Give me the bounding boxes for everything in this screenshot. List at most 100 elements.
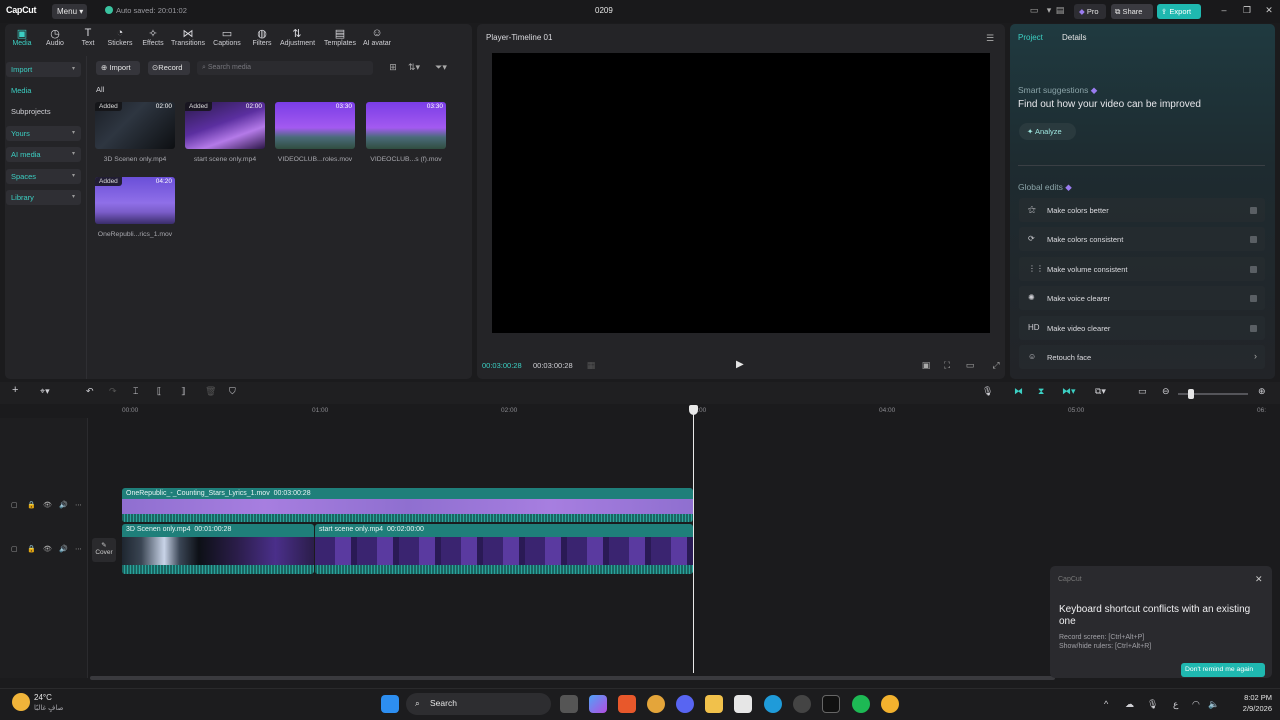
zoom-out-icon[interactable]: ⊖ (1162, 386, 1170, 397)
edge-icon[interactable] (764, 695, 782, 713)
sidebar-item-media[interactable]: Media (6, 83, 81, 98)
shortcut-icon[interactable]: ▤ (1053, 5, 1067, 17)
close-icon[interactable]: ✕ (1255, 574, 1263, 585)
playhead[interactable] (693, 405, 694, 673)
toggle-switch[interactable] (1250, 265, 1257, 273)
video-preview[interactable] (492, 53, 990, 333)
discord-icon[interactable] (676, 695, 694, 713)
wifi-icon[interactable]: ◠ (1192, 699, 1200, 710)
close-icon[interactable]: ✕ (1261, 5, 1277, 16)
windows-start-icon[interactable] (381, 695, 399, 713)
sidebar-item-import[interactable]: Import ▾ (6, 62, 81, 77)
clock-date[interactable]: 2/9/2026 (1232, 704, 1272, 713)
weather-temp[interactable]: 24°C (34, 693, 52, 702)
dont-remind-button[interactable]: Don't remind me again (1181, 663, 1265, 677)
import-button[interactable]: ⊕ Import (96, 61, 140, 75)
split-icon[interactable]: ⌶ (133, 386, 138, 397)
sidebar-item-yours[interactable]: Yours ▾ (6, 126, 81, 141)
global-edit-row[interactable]: ☺ Retouch face › (1019, 345, 1265, 369)
messenger-icon[interactable] (881, 695, 899, 713)
export-button[interactable]: ⇪ Export (1157, 4, 1201, 19)
toggle-switch[interactable] (1250, 236, 1257, 244)
media-thumb-2[interactable]: Added 02:00 (185, 102, 265, 149)
microphone-icon[interactable]: 🎙 (1147, 699, 1158, 710)
zoom-slider-handle[interactable] (1188, 389, 1194, 399)
lock-icon[interactable]: 🔒 (27, 545, 36, 553)
toolbar-templates[interactable]: ▤ Templates (323, 27, 357, 47)
volume-icon[interactable]: 🔈 (1208, 699, 1219, 710)
microphone-icon[interactable]: 🎙 (982, 386, 993, 397)
project-name[interactable]: 0209 (595, 6, 613, 15)
play-button[interactable]: ▶ (736, 359, 744, 370)
main-clip-1[interactable]: 3D Scenen only.mp4 00:01:00:28 (122, 524, 314, 574)
toolbar-audio[interactable]: ◷ Audio (38, 27, 72, 47)
global-edit-row[interactable]: ✺ Make voice clearer (1019, 286, 1265, 311)
timeline-ruler[interactable] (88, 404, 1280, 418)
clock-time[interactable]: 8:02 PM (1232, 693, 1272, 702)
toolbar-filters[interactable]: ◍ Filters (245, 27, 279, 47)
magnet-icon[interactable]: ⧗ (1038, 386, 1044, 397)
playhead-handle[interactable] (689, 405, 698, 415)
record-button[interactable]: ⊙Record (148, 61, 190, 75)
shield-icon[interactable]: ⛉ (229, 386, 236, 397)
global-edit-row[interactable]: ⋮⋮ Make volume consistent (1019, 256, 1265, 281)
global-edit-row[interactable]: HD Make video clearer (1019, 315, 1265, 340)
more-icon[interactable]: ⋯ (75, 545, 82, 553)
toolbar-transitions[interactable]: ⋈ Transitions (171, 27, 205, 47)
toolbar-text[interactable]: T Text (71, 27, 105, 47)
toolbar-stickers[interactable]: ◔ Stickers (103, 27, 137, 47)
speaker-icon[interactable]: 🔊 (59, 501, 68, 509)
fullscreen-icon[interactable]: ⤢ (989, 360, 1003, 372)
toolbar-ai-avatar[interactable]: ☺ AI avatar (360, 27, 394, 47)
main-clip-2[interactable]: start scene only.mp4 00:02:00:00 (315, 524, 693, 574)
undo-icon[interactable]: ↶ (86, 386, 94, 397)
quality-icon[interactable]: ▣ (919, 360, 933, 372)
capcut-icon[interactable] (822, 695, 840, 713)
overlay-clip[interactable]: OneRepublic_-_Counting_Stars_Lyrics_1.mo… (122, 488, 693, 522)
share-button[interactable]: ⧉ Share (1111, 4, 1153, 19)
media-thumb-1[interactable]: Added 02:00 (95, 102, 175, 149)
global-edit-row[interactable]: ⚝ Make colors better (1019, 198, 1265, 222)
filter-all[interactable]: All (96, 85, 104, 94)
zoom-in-icon[interactable]: ⊕ (1258, 386, 1266, 397)
media-thumb-4[interactable]: 03:30 (366, 102, 446, 149)
media-thumb-3[interactable]: 03:30 (275, 102, 355, 149)
minimize-icon[interactable]: – (1216, 5, 1232, 15)
eye-icon[interactable]: 👁 (43, 545, 52, 553)
filter-icon[interactable]: ⏷▾ (434, 62, 448, 74)
media-thumb-5[interactable]: Added 04:20 (95, 177, 175, 224)
eye-icon[interactable]: 👁 (43, 501, 52, 509)
timeline-grid-icon[interactable]: ▦ (584, 360, 598, 372)
cover-button[interactable]: ✎ Cover (92, 538, 116, 562)
toggle-switch[interactable] (1250, 295, 1257, 303)
sort-icon[interactable]: ⇅▾ (407, 62, 421, 74)
media-search-input[interactable]: ⌕ Search media (197, 61, 373, 75)
cloud-icon[interactable]: ☁ (1125, 699, 1134, 710)
app-a-icon[interactable] (618, 695, 636, 713)
snapshot-icon[interactable]: ⛶ (940, 360, 954, 372)
redo-icon[interactable]: ↷ (109, 386, 117, 397)
menu-button[interactable]: Menu ▾ (52, 4, 87, 19)
chrome-icon[interactable] (647, 695, 665, 713)
split-right-icon[interactable]: ⟧ (181, 386, 185, 397)
toggle-switch[interactable] (1250, 324, 1257, 332)
spotify-icon[interactable] (852, 695, 870, 713)
tab-details[interactable]: Details (1062, 33, 1086, 42)
copilot-icon[interactable] (589, 695, 607, 713)
toolbar-captions[interactable]: ▭ Captions (210, 27, 244, 47)
language-indicator[interactable]: ع (1173, 699, 1178, 710)
split-left-icon[interactable]: ⟦ (157, 386, 161, 397)
analyze-button[interactable]: ✦ Analyze (1019, 123, 1076, 140)
global-edit-row[interactable]: ⟳ Make colors consistent (1019, 227, 1265, 252)
weather-icon[interactable] (12, 693, 30, 711)
sidebar-item-library[interactable]: Library ▾ (6, 190, 81, 205)
toolbar-effects[interactable]: ✧ Effects (136, 27, 170, 47)
link-icon[interactable]: ⧓ (1014, 386, 1023, 397)
delete-icon[interactable]: 🗑 (205, 386, 216, 397)
toggle-switch[interactable] (1250, 207, 1257, 214)
sidebar-item-subprojects[interactable]: Subprojects (6, 104, 81, 119)
sidebar-item-ai-media[interactable]: AI media ▾ (6, 147, 81, 162)
toolbar-media[interactable]: ▣ Media (5, 27, 39, 47)
timeline-scrollbar[interactable] (90, 676, 1055, 680)
file-explorer-icon[interactable] (705, 695, 723, 713)
